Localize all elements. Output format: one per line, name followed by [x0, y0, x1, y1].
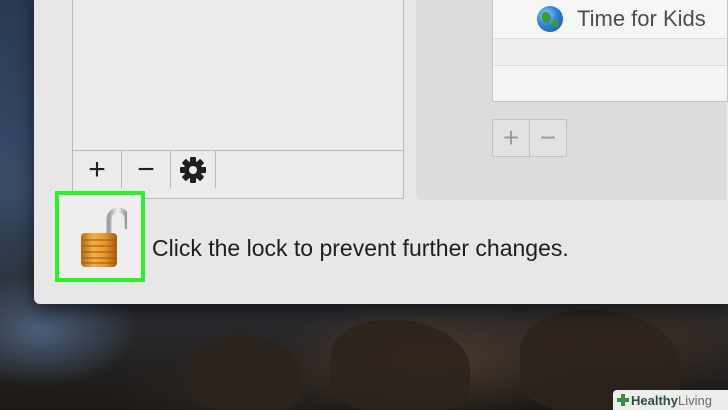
- plus-cross-logo-icon: [617, 394, 629, 406]
- remove-website-button[interactable]: −: [529, 120, 566, 156]
- plus-icon: +: [502, 122, 520, 153]
- watermark: Healthy Living: [613, 390, 728, 410]
- toolbar-spacer: [216, 151, 403, 188]
- left-list-pane: + −: [72, 0, 404, 199]
- lock-instruction-label: Click the lock to prevent further change…: [152, 235, 569, 261]
- action-menu-button[interactable]: [171, 151, 216, 188]
- globe-icon: [537, 6, 563, 32]
- websites-list[interactable]: Time for Kids: [492, 0, 728, 102]
- websites-group: Time for Kids: [416, 0, 728, 200]
- plus-icon: +: [88, 152, 106, 186]
- desktop-rock: [330, 320, 470, 410]
- add-button[interactable]: +: [73, 151, 122, 188]
- websites-add-remove-group: + −: [492, 119, 567, 157]
- gear-icon: [180, 156, 206, 183]
- add-website-button[interactable]: +: [493, 120, 529, 156]
- watermark-brand-part1: Healthy: [631, 392, 678, 408]
- minus-icon: −: [539, 122, 557, 153]
- website-label: Time for Kids: [577, 6, 706, 31]
- list-item-empty[interactable]: [493, 66, 727, 100]
- remove-button[interactable]: −: [122, 151, 171, 188]
- left-list[interactable]: [73, 0, 403, 151]
- left-list-toolbar: + −: [73, 151, 403, 188]
- minus-icon: −: [137, 152, 155, 186]
- list-item-empty[interactable]: [493, 39, 727, 66]
- desktop-rock: [190, 335, 300, 410]
- unlocked-padlock-icon[interactable]: [79, 205, 127, 269]
- watermark-brand-part2: Living: [677, 392, 712, 408]
- list-item[interactable]: Time for Kids: [493, 0, 727, 39]
